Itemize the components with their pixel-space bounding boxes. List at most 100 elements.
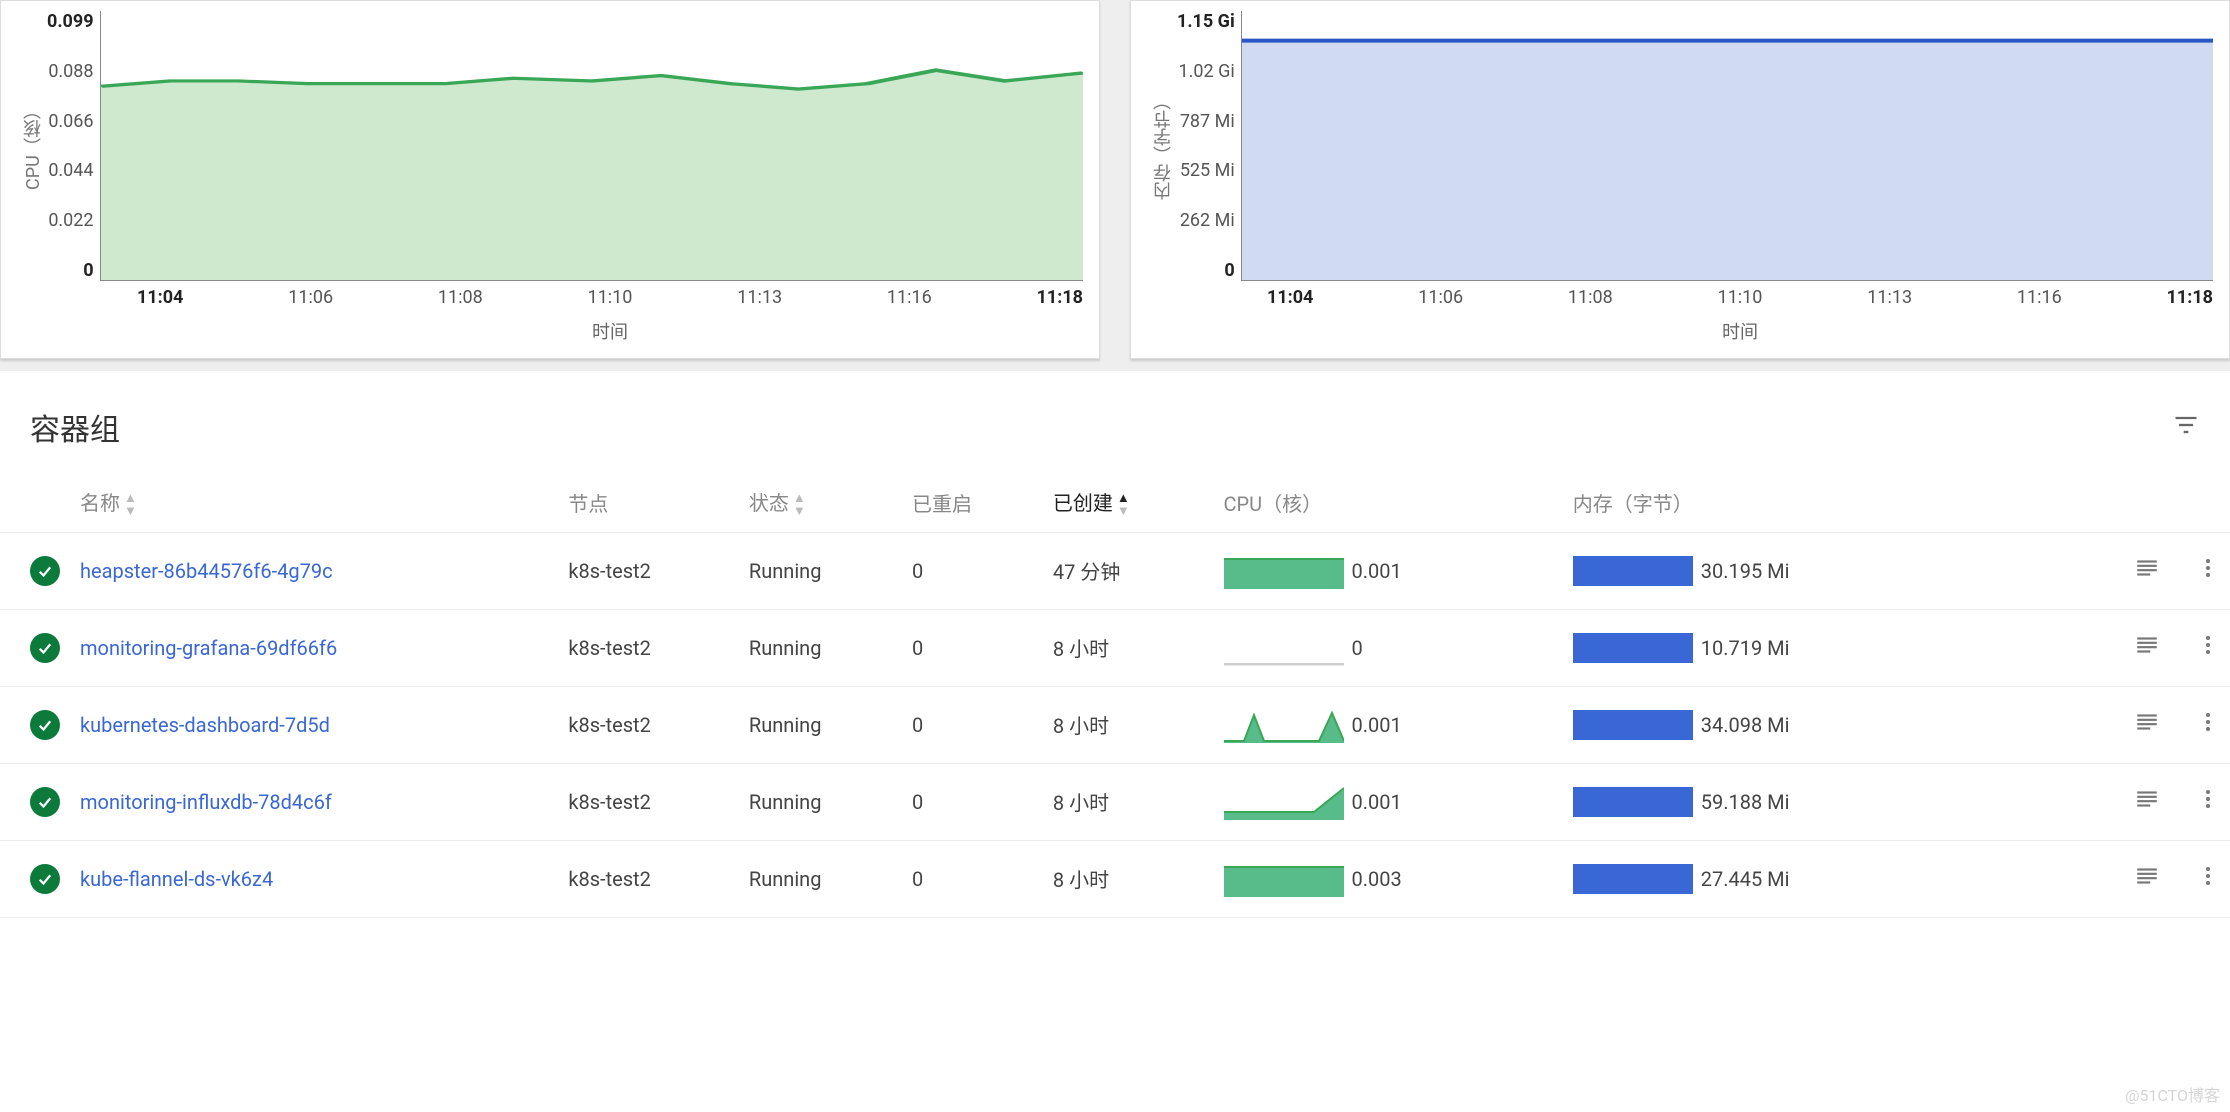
memory-cell: 30.195 Mi <box>1563 532 1980 609</box>
cpu-cell: 0.001 <box>1214 532 1563 609</box>
col-memory[interactable]: 内存（字节） <box>1563 473 1980 532</box>
created-cell: 8 小时 <box>1043 763 1214 840</box>
x-tick: 11:16 <box>887 287 932 308</box>
filter-icon[interactable] <box>2172 411 2200 444</box>
logs-icon[interactable] <box>2134 786 2160 817</box>
cpu-y-ticks: 0.099 0.088 0.066 0.044 0.022 0 <box>47 11 100 281</box>
y-tick: 0.099 <box>47 11 94 32</box>
kebab-menu-icon[interactable] <box>2196 633 2220 662</box>
cpu-cell: 0.003 <box>1214 840 1563 917</box>
x-tick: 11:10 <box>1718 287 1763 308</box>
pod-link[interactable]: kube-flannel-ds-vk6z4 <box>80 867 410 891</box>
x-tick: 11:16 <box>2017 287 2062 308</box>
status-ok-icon <box>30 633 60 663</box>
kebab-menu-icon[interactable] <box>2196 556 2220 585</box>
memory-chart-card: 内存（字节） 1.15 Gi 1.02 Gi 787 Mi 525 Mi 262… <box>1130 0 2230 359</box>
col-restarts[interactable]: 已重启 <box>902 473 1043 532</box>
col-created[interactable]: 已创建▲▼ <box>1043 473 1214 532</box>
node-cell: k8s-test2 <box>558 840 739 917</box>
node-cell: k8s-test2 <box>558 763 739 840</box>
y-tick: 0 <box>1177 260 1235 281</box>
logs-icon[interactable] <box>2134 709 2160 740</box>
x-tick: 11:10 <box>588 287 633 308</box>
col-name[interactable]: 名称▲▼ <box>70 473 558 532</box>
node-cell: k8s-test2 <box>558 532 739 609</box>
mem-y-axis-label: 内存（字节） <box>1147 11 1177 281</box>
cpu-cell: 0 <box>1214 609 1563 686</box>
memory-bar <box>1573 556 1693 586</box>
mem-x-axis-label: 时间 <box>1267 308 2213 344</box>
created-cell: 8 小时 <box>1043 686 1214 763</box>
section-title: 容器组 <box>30 405 120 449</box>
x-tick: 11:04 <box>137 287 183 308</box>
status-ok-icon <box>30 864 60 894</box>
table-row: heapster-86b44576f6-4g79c k8s-test2Runnin… <box>0 532 2230 609</box>
y-tick: 262 Mi <box>1177 210 1235 231</box>
pod-link[interactable]: heapster-86b44576f6-4g79c <box>80 559 410 583</box>
cpu-chart-card: CPU（核） 0.099 0.088 0.066 0.044 0.022 0 1… <box>0 0 1100 359</box>
mem-y-ticks: 1.15 Gi 1.02 Gi 787 Mi 525 Mi 262 Mi 0 <box>1177 11 1241 281</box>
memory-bar <box>1573 787 1693 817</box>
pods-table: 名称▲▼ 节点 状态▲▼ 已重启 已创建▲▼ CPU（核） 内存（字节） hea… <box>0 473 2230 918</box>
logs-icon[interactable] <box>2134 555 2160 586</box>
sort-icon: ▲▼ <box>793 492 806 518</box>
sort-icon: ▲▼ <box>124 492 137 518</box>
created-cell: 8 小时 <box>1043 609 1214 686</box>
pods-section-header: 容器组 <box>0 371 2230 473</box>
restarts-cell: 0 <box>902 840 1043 917</box>
col-node[interactable]: 节点 <box>558 473 739 532</box>
pod-link[interactable]: monitoring-grafana-69df66f6 <box>80 636 410 660</box>
kebab-menu-icon[interactable] <box>2196 864 2220 893</box>
status-cell: Running <box>739 840 902 917</box>
cpu-x-axis-label: 时间 <box>137 308 1083 344</box>
cpu-x-ticks: 11:04 11:06 11:08 11:10 11:13 11:16 11:1… <box>137 281 1083 308</box>
charts-row: CPU（核） 0.099 0.088 0.066 0.044 0.022 0 1… <box>0 0 2230 371</box>
kebab-menu-icon[interactable] <box>2196 787 2220 816</box>
status-ok-icon <box>30 787 60 817</box>
y-tick: 1.02 Gi <box>1177 61 1235 82</box>
memory-bar <box>1573 710 1693 740</box>
y-tick: 0.044 <box>47 160 94 181</box>
x-tick: 11:13 <box>1867 287 1912 308</box>
memory-bar <box>1573 864 1693 894</box>
logs-icon[interactable] <box>2134 863 2160 894</box>
x-tick: 11:13 <box>737 287 782 308</box>
y-tick: 787 Mi <box>1177 111 1235 132</box>
col-status[interactable]: 状态▲▼ <box>739 473 902 532</box>
status-cell: Running <box>739 686 902 763</box>
restarts-cell: 0 <box>902 686 1043 763</box>
restarts-cell: 0 <box>902 609 1043 686</box>
table-row: monitoring-influxdb-78d4c6fk8s-test2Runn… <box>0 763 2230 840</box>
status-cell: Running <box>739 609 902 686</box>
y-tick: 0.022 <box>47 210 94 231</box>
x-tick: 11:18 <box>2167 287 2213 308</box>
col-cpu[interactable]: CPU（核） <box>1214 473 1563 532</box>
table-row: kubernetes-dashboard-7d5d k8s-test2Runnin… <box>0 686 2230 763</box>
kebab-menu-icon[interactable] <box>2196 710 2220 739</box>
sort-icon: ▲▼ <box>1117 492 1130 518</box>
y-tick: 525 Mi <box>1177 160 1235 181</box>
mem-plot <box>1241 11 2213 281</box>
memory-cell: 10.719 Mi <box>1563 609 1980 686</box>
status-cell: Running <box>739 532 902 609</box>
y-tick: 1.15 Gi <box>1177 11 1235 32</box>
x-tick: 11:06 <box>1418 287 1463 308</box>
status-ok-icon <box>30 710 60 740</box>
x-tick: 11:06 <box>288 287 333 308</box>
node-cell: k8s-test2 <box>558 609 739 686</box>
logs-icon[interactable] <box>2134 632 2160 663</box>
x-tick: 11:18 <box>1037 287 1083 308</box>
pod-link[interactable]: monitoring-influxdb-78d4c6f <box>80 790 410 814</box>
pod-link[interactable]: kubernetes-dashboard-7d5d <box>80 713 410 737</box>
node-cell: k8s-test2 <box>558 686 739 763</box>
cpu-y-axis-label: CPU（核） <box>17 11 47 281</box>
created-cell: 8 小时 <box>1043 840 1214 917</box>
restarts-cell: 0 <box>902 763 1043 840</box>
status-ok-icon <box>30 556 60 586</box>
memory-cell: 34.098 Mi <box>1563 686 1980 763</box>
y-tick: 0.088 <box>47 61 94 82</box>
x-tick: 11:04 <box>1267 287 1313 308</box>
memory-bar <box>1573 633 1693 663</box>
cpu-cell: 0.001 <box>1214 686 1563 763</box>
table-row: kube-flannel-ds-vk6z4 k8s-test2Running08 … <box>0 840 2230 917</box>
